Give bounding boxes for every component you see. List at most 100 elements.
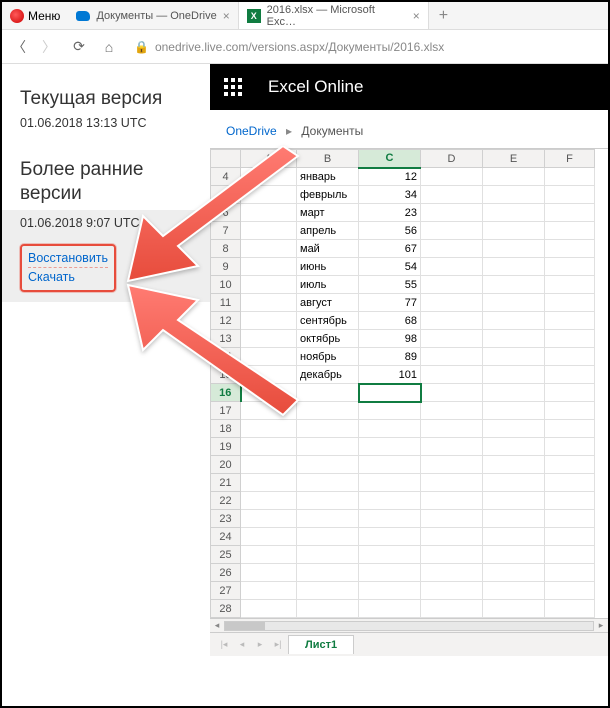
cell[interactable] (359, 456, 421, 474)
cell[interactable] (359, 600, 421, 618)
cell[interactable] (421, 330, 483, 348)
cell[interactable] (297, 420, 359, 438)
sheet-next-icon[interactable]: ▸ (252, 639, 268, 650)
cell[interactable] (421, 258, 483, 276)
cell[interactable]: 89 (359, 348, 421, 366)
cell[interactable] (421, 456, 483, 474)
cell[interactable] (297, 474, 359, 492)
cell[interactable] (483, 438, 545, 456)
cell[interactable] (483, 546, 545, 564)
sheet-first-icon[interactable]: |◂ (216, 639, 232, 650)
cell[interactable] (297, 546, 359, 564)
cell[interactable] (421, 546, 483, 564)
row-header[interactable]: 17 (211, 402, 241, 420)
cell[interactable] (241, 438, 297, 456)
cell[interactable] (545, 582, 595, 600)
column-header[interactable]: B (297, 150, 359, 168)
row-header[interactable]: 22 (211, 492, 241, 510)
sheet-last-icon[interactable]: ▸| (270, 639, 286, 650)
cell[interactable] (483, 456, 545, 474)
cell[interactable] (545, 168, 595, 186)
cell[interactable] (297, 384, 359, 402)
cell[interactable] (545, 528, 595, 546)
row-header[interactable]: 5 (211, 186, 241, 204)
cell[interactable] (421, 276, 483, 294)
row-header[interactable]: 7 (211, 222, 241, 240)
older-version-item[interactable]: 01.06.2018 9:07 UTC Восстановить Скачать (2, 210, 210, 303)
cell[interactable] (359, 510, 421, 528)
cell[interactable] (545, 240, 595, 258)
forward-button[interactable]: 〉 (38, 36, 60, 58)
cell[interactable] (421, 420, 483, 438)
cell[interactable]: феврыль (297, 186, 359, 204)
cell[interactable] (241, 258, 297, 276)
cell[interactable]: 68 (359, 312, 421, 330)
cell[interactable] (483, 582, 545, 600)
cell[interactable]: апрель (297, 222, 359, 240)
cell[interactable] (545, 402, 595, 420)
cell[interactable] (297, 582, 359, 600)
cell[interactable] (483, 312, 545, 330)
cell[interactable] (545, 474, 595, 492)
cell[interactable] (545, 510, 595, 528)
cell[interactable] (545, 492, 595, 510)
cell[interactable] (241, 222, 297, 240)
cell[interactable] (241, 186, 297, 204)
spreadsheet-grid[interactable]: ABCDEF4январь125феврыль346март237апрель5… (210, 148, 608, 618)
cell[interactable] (421, 564, 483, 582)
cell[interactable] (545, 186, 595, 204)
cell[interactable] (241, 582, 297, 600)
cell[interactable] (421, 510, 483, 528)
cell[interactable] (545, 546, 595, 564)
row-header[interactable]: 12 (211, 312, 241, 330)
address-bar[interactable]: 🔒 onedrive.live.com/versions.aspx/Докуме… (128, 40, 602, 54)
cell[interactable] (483, 294, 545, 312)
cell[interactable] (297, 438, 359, 456)
browser-tab-excel[interactable]: X 2016.xlsx — Microsoft Exc… × (239, 2, 429, 29)
close-icon[interactable]: × (223, 9, 230, 23)
cell[interactable] (545, 222, 595, 240)
cell[interactable]: март (297, 204, 359, 222)
cell[interactable] (359, 474, 421, 492)
cell[interactable] (241, 420, 297, 438)
row-header[interactable]: 8 (211, 240, 241, 258)
cell[interactable]: октябрь (297, 330, 359, 348)
row-header[interactable]: 4 (211, 168, 241, 186)
cell[interactable] (359, 492, 421, 510)
cell[interactable]: май (297, 240, 359, 258)
cell[interactable] (483, 240, 545, 258)
cell[interactable] (241, 330, 297, 348)
cell[interactable] (483, 168, 545, 186)
row-header[interactable]: 11 (211, 294, 241, 312)
row-header[interactable]: 15 (211, 366, 241, 384)
cell[interactable] (241, 546, 297, 564)
cell[interactable] (241, 240, 297, 258)
cell[interactable] (241, 402, 297, 420)
cell[interactable] (483, 186, 545, 204)
cell[interactable]: 77 (359, 294, 421, 312)
cell[interactable]: январь (297, 168, 359, 186)
cell[interactable] (241, 456, 297, 474)
cell[interactable] (241, 204, 297, 222)
cell[interactable] (297, 492, 359, 510)
cell[interactable] (421, 186, 483, 204)
cell[interactable] (545, 366, 595, 384)
new-tab-button[interactable]: + (429, 7, 458, 25)
cell[interactable] (241, 528, 297, 546)
cell[interactable] (545, 384, 595, 402)
cell[interactable] (545, 420, 595, 438)
cell[interactable] (297, 564, 359, 582)
row-header[interactable]: 19 (211, 438, 241, 456)
download-link[interactable]: Скачать (28, 267, 108, 287)
row-header[interactable]: 23 (211, 510, 241, 528)
cell[interactable] (297, 510, 359, 528)
cell[interactable] (545, 330, 595, 348)
cell[interactable] (421, 528, 483, 546)
cell[interactable]: сентябрь (297, 312, 359, 330)
cell[interactable] (421, 582, 483, 600)
cell[interactable] (421, 168, 483, 186)
cell[interactable] (545, 456, 595, 474)
cell[interactable] (483, 366, 545, 384)
horizontal-scrollbar[interactable]: ◂ ▸ (210, 618, 608, 632)
cell[interactable] (421, 492, 483, 510)
